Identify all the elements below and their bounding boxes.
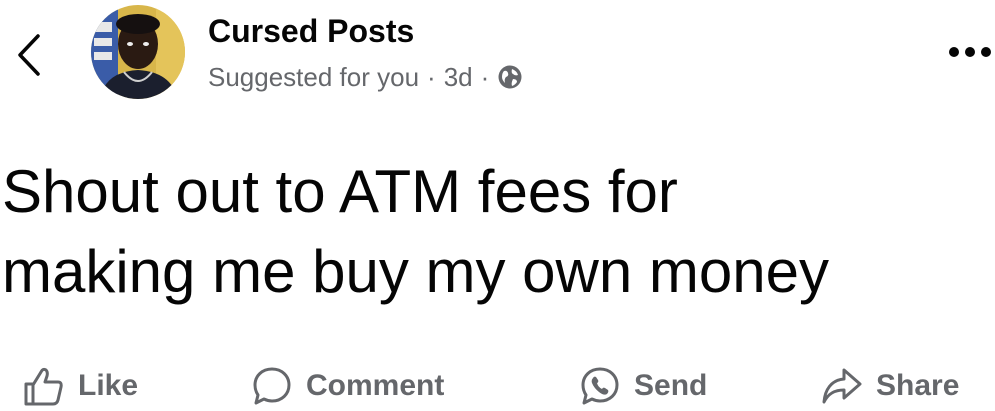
comment-icon [253,367,291,405]
avatar-image [91,5,185,99]
thumbs-up-icon [24,367,63,406]
meta-separator: · [427,62,436,92]
more-options-icon[interactable] [946,40,994,64]
post-text-line: Shout out to ATM fees for [2,158,678,225]
suggested-label: Suggested for you [208,62,420,92]
action-bar: Like Comment Send Share [0,360,995,411]
meta-separator: · [480,62,490,92]
post-view: Cursed Posts Suggested for you · 3d · Sh… [0,0,995,411]
send-button[interactable]: Send [578,360,707,411]
post-time[interactable]: 3d [444,60,473,94]
send-label: Send [634,369,708,402]
globe-icon [498,65,522,89]
avatar[interactable] [90,4,186,100]
like-label: Like [78,369,139,402]
messenger-call-icon [581,367,619,405]
post-text: Shout out to ATM fees for making me buy … [2,152,987,312]
share-icon [822,368,862,404]
comment-button[interactable]: Comment [250,360,444,411]
like-button[interactable]: Like [22,360,138,411]
post-meta: Suggested for you · 3d · [208,60,523,94]
post-text-line: making me buy my own money [2,238,829,305]
comment-label: Comment [306,369,445,402]
share-button[interactable]: Share [820,360,959,411]
share-label: Share [876,369,960,402]
author-name[interactable]: Cursed Posts [208,12,414,50]
chevron-left-icon[interactable] [8,30,48,80]
